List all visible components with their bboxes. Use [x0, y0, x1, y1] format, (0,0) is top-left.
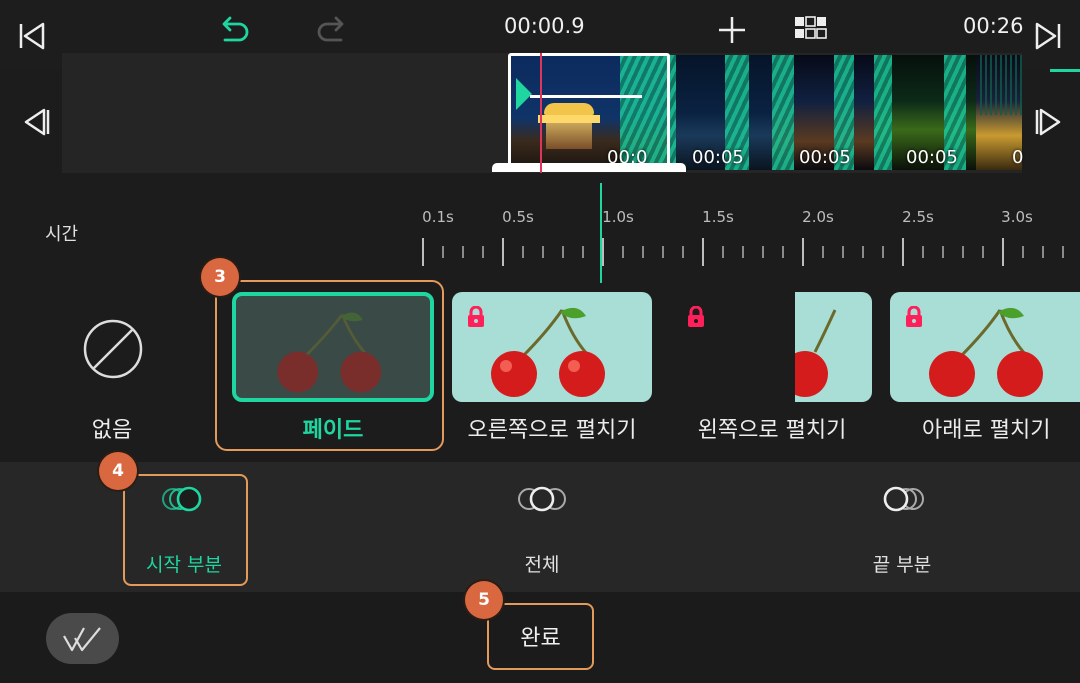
ruler-tick-label: 0.5s: [502, 208, 534, 226]
mode-end[interactable]: 끝 부분: [802, 462, 1002, 592]
ruler-tick: [822, 246, 824, 258]
mode-full[interactable]: 전체: [442, 462, 642, 592]
ruler-tick: [502, 238, 504, 266]
overlap-full-icon: [515, 484, 569, 518]
step-badge: 3: [201, 258, 239, 296]
duration-indicator[interactable]: [600, 183, 602, 283]
callout-highlight: [487, 603, 594, 670]
redo-icon[interactable]: [312, 12, 352, 48]
audio-level-marker: [1050, 69, 1080, 72]
ruler-tick: [882, 246, 884, 258]
double-check-icon: [62, 626, 101, 651]
transition-thumbnail: [452, 292, 652, 402]
lock-icon: [466, 305, 486, 332]
step-badge: 5: [465, 581, 503, 619]
transition-slide-left[interactable]: 왼쪽으로 펼치기: [672, 280, 872, 455]
add-icon[interactable]: [714, 12, 750, 48]
ruler-tick: [902, 238, 904, 266]
ruler-tick: [642, 246, 644, 258]
ruler-tick: [602, 238, 604, 266]
clip-duration: 00:05: [799, 147, 851, 168]
transition-marker: [516, 78, 532, 110]
undo-icon[interactable]: [214, 12, 254, 48]
ruler-tick: [862, 246, 864, 258]
duration-section-label: 시간: [45, 224, 79, 245]
ruler-tick: [542, 246, 544, 258]
ruler-tick-label: 1.5s: [702, 208, 734, 226]
ruler-tick: [802, 238, 804, 266]
ruler-tick: [662, 246, 664, 258]
transition-label: 오른쪽으로 펼치기: [467, 418, 637, 443]
ruler-tick: [422, 238, 424, 266]
lock-icon: [686, 305, 706, 332]
ruler-tick: [762, 246, 764, 258]
ruler-tick: [942, 246, 944, 258]
clip-duration: 0: [1012, 147, 1024, 168]
ruler-tick: [722, 246, 724, 258]
ruler-tick: [782, 246, 784, 258]
next-frame-icon[interactable]: [1025, 97, 1075, 147]
clip-duration: 00:05: [692, 147, 744, 168]
lock-icon: [904, 305, 924, 332]
total-time: 00:26: [963, 14, 1024, 38]
ruler-tick: [922, 246, 924, 258]
grid-view-icon[interactable]: [793, 13, 829, 43]
ruler-tick-label: 0.1s: [422, 208, 454, 226]
transition-list: 없음 페이드 오른쪽으로 펼치기 왼쪽으로 펼치기 아래로 펼치기: [0, 280, 1080, 460]
ruler-tick: [842, 246, 844, 258]
transition-label: 아래로 펼치기: [922, 418, 1051, 443]
clip-selection-base: [492, 163, 686, 172]
transition-label: 왼쪽으로 펼치기: [697, 418, 847, 443]
ruler-tick-label: 3.0s: [1001, 208, 1033, 226]
transition-slide-right[interactable]: 오른쪽으로 펼치기: [452, 280, 652, 455]
ruler-tick: [742, 246, 744, 258]
ruler-tick-label: 2.0s: [802, 208, 834, 226]
selected-clip-frame[interactable]: [508, 53, 670, 170]
transition-slide-down[interactable]: 아래로 펼치기: [890, 280, 1080, 455]
playhead[interactable]: [540, 53, 542, 173]
previous-frame-icon[interactable]: [10, 97, 60, 147]
ruler-tick-label: 1.0s: [602, 208, 634, 226]
skip-to-start-icon[interactable]: [14, 18, 50, 54]
none-icon: [82, 318, 144, 384]
ruler-tick: [442, 246, 444, 258]
ruler-tick: [1062, 246, 1064, 258]
current-time: 00:00.9: [504, 14, 585, 38]
callout-highlight: [123, 474, 248, 586]
ruler-tick: [702, 238, 704, 266]
ruler-tick: [522, 246, 524, 258]
clip-duration: 00:05: [906, 147, 958, 168]
ruler-tick: [462, 246, 464, 258]
ruler-tick: [622, 246, 624, 258]
skip-to-end-icon[interactable]: [1030, 18, 1066, 54]
ruler-tick: [562, 246, 564, 258]
check-all-button[interactable]: [46, 613, 119, 664]
ruler-tick: [682, 246, 684, 258]
callout-highlight: [215, 280, 444, 451]
transition-none[interactable]: 없음: [12, 280, 212, 455]
ruler-tick: [962, 246, 964, 258]
duration-ruler[interactable]: 시간 0.1s 0.5s 1.0s 1.5s 2.0s 2.5s 3.0s: [0, 180, 1080, 283]
ruler-tick-label: 2.5s: [902, 208, 934, 226]
overlap-end-icon: [879, 484, 925, 518]
mode-label: 끝 부분: [872, 554, 932, 576]
ruler-tick: [1042, 246, 1044, 258]
ruler-tick: [482, 246, 484, 258]
audio-waveform: [980, 55, 1022, 115]
transition-label: 없음: [91, 418, 133, 443]
transition-thumbnail: [672, 292, 872, 402]
transition-thumbnail: [890, 292, 1080, 402]
mode-label: 전체: [524, 554, 560, 576]
ruler-tick: [1022, 246, 1024, 258]
ruler-tick: [982, 246, 984, 258]
step-badge: 4: [99, 452, 137, 490]
ruler-tick: [1002, 238, 1004, 266]
transition-duration-line: [530, 95, 642, 98]
ruler-tick: [582, 246, 584, 258]
